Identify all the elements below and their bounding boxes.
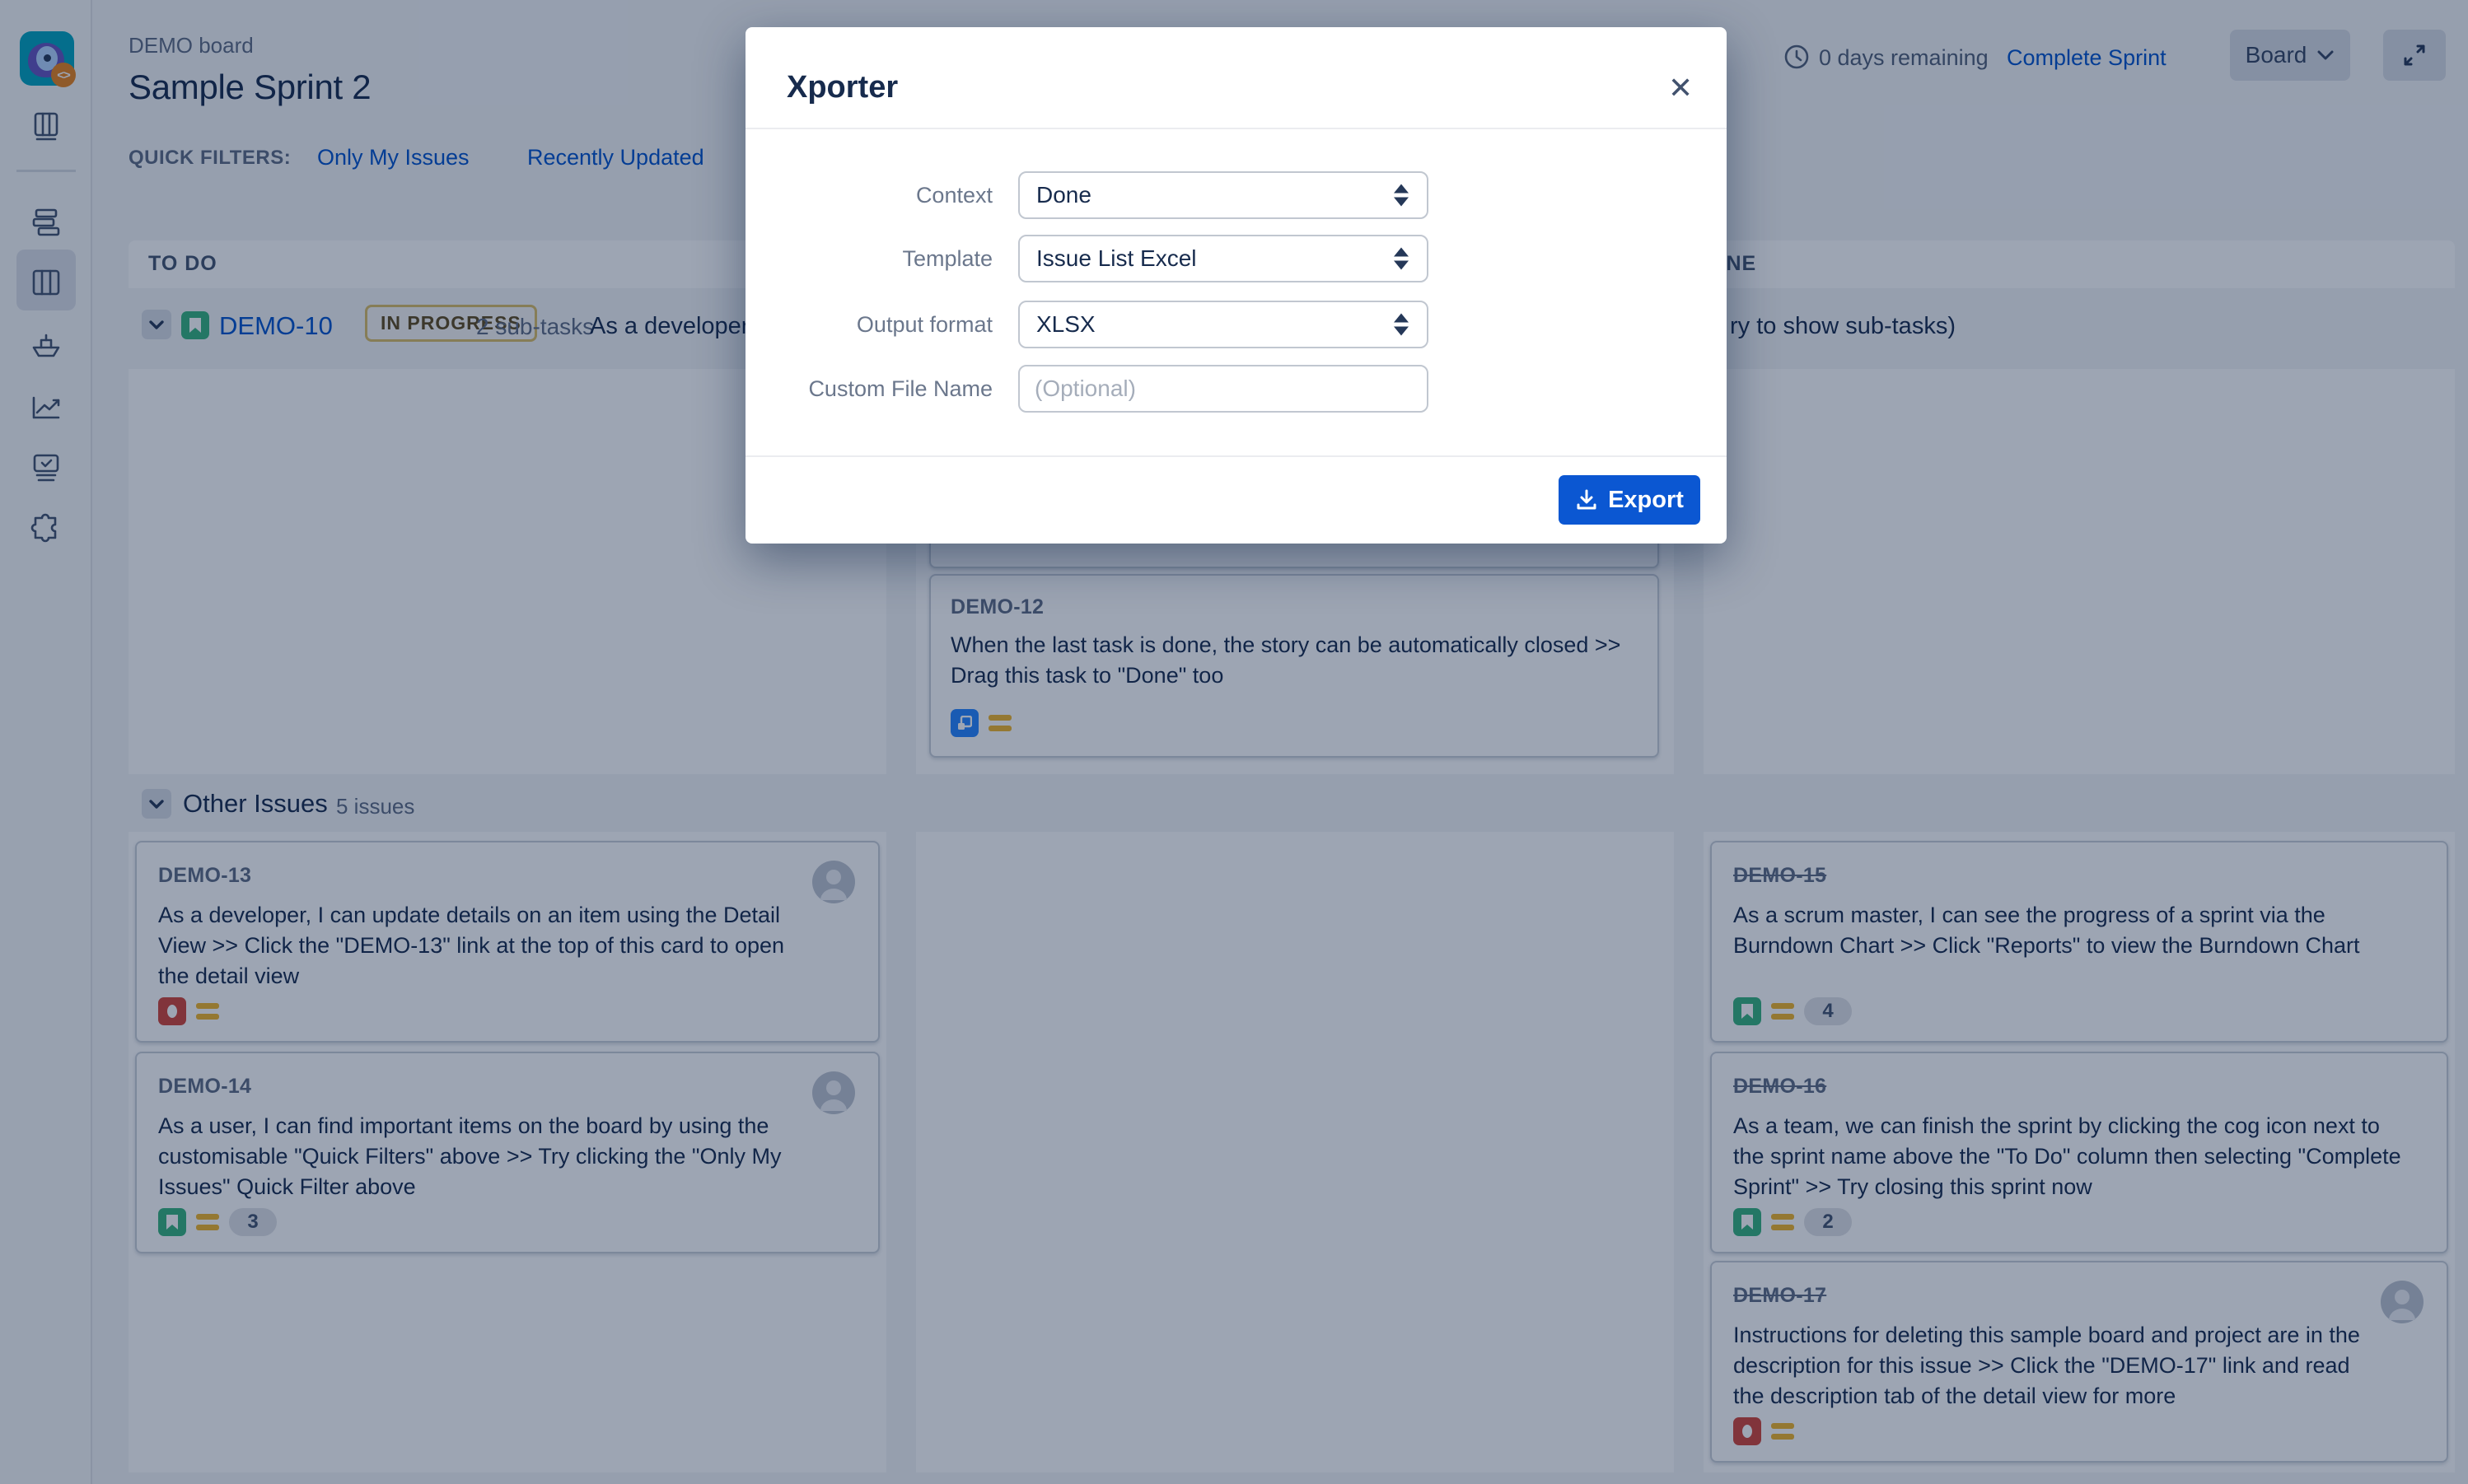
- select-arrows-icon: [1394, 248, 1409, 270]
- select-arrows-icon: [1394, 184, 1409, 207]
- template-value: Issue List Excel: [1036, 245, 1197, 272]
- custom-file-name-input[interactable]: [1018, 365, 1428, 413]
- template-label: Template: [746, 246, 993, 272]
- dialog-header-divider: [746, 128, 1727, 129]
- template-select[interactable]: Issue List Excel: [1018, 235, 1428, 282]
- output-format-label: Output format: [746, 312, 993, 338]
- export-button[interactable]: Export: [1559, 475, 1700, 525]
- download-icon: [1575, 488, 1598, 511]
- output-format-value: XLSX: [1036, 311, 1096, 338]
- context-label: Context: [746, 183, 993, 208]
- context-value: Done: [1036, 182, 1091, 208]
- export-button-label: Export: [1608, 487, 1684, 514]
- dialog-title: Xporter: [787, 70, 898, 105]
- dialog-footer-divider: [746, 455, 1727, 457]
- xporter-dialog: Xporter ✕ Context Done Template Issue Li…: [746, 27, 1727, 544]
- close-icon[interactable]: ✕: [1668, 73, 1693, 103]
- select-arrows-icon: [1394, 314, 1409, 336]
- context-select[interactable]: Done: [1018, 171, 1428, 219]
- custom-file-name-label: Custom File Name: [746, 376, 993, 402]
- output-format-select[interactable]: XLSX: [1018, 301, 1428, 348]
